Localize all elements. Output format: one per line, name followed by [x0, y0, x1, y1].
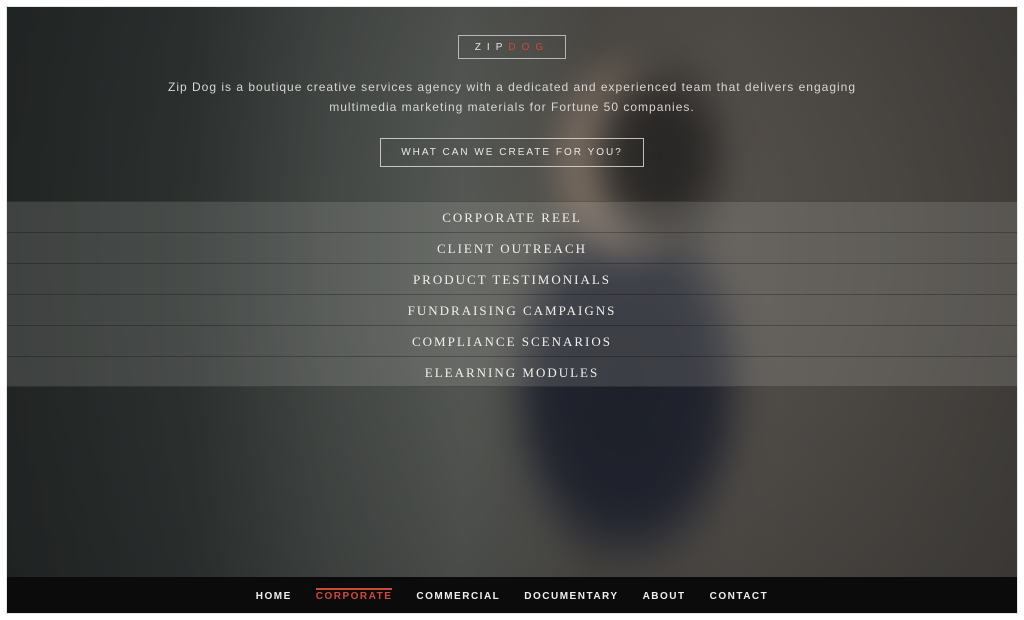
service-item-elearning-modules[interactable]: ELEARNING MODULES: [7, 356, 1017, 387]
service-item-client-outreach[interactable]: CLIENT OUTREACH: [7, 232, 1017, 263]
brand-part-2: DOG: [508, 42, 549, 53]
page-frame: ZIPDOG Zip Dog is a boutique creative se…: [6, 6, 1018, 614]
service-item-fundraising-campaigns[interactable]: FUNDRAISING CAMPAIGNS: [7, 294, 1017, 325]
brand-part-1: ZIP: [475, 42, 509, 53]
nav-commercial[interactable]: COMMERCIAL: [416, 588, 500, 602]
service-item-compliance-scenarios[interactable]: COMPLIANCE SCENARIOS: [7, 325, 1017, 356]
footer-nav: HOME CORPORATE COMMERCIAL DOCUMENTARY AB…: [7, 577, 1017, 613]
brand-logo[interactable]: ZIPDOG: [458, 35, 566, 59]
nav-about[interactable]: ABOUT: [643, 588, 686, 602]
cta-button[interactable]: WHAT CAN WE CREATE FOR YOU?: [380, 138, 644, 167]
service-item-product-testimonials[interactable]: PRODUCT TESTIMONIALS: [7, 263, 1017, 294]
nav-corporate[interactable]: CORPORATE: [316, 588, 393, 602]
hero-tagline: Zip Dog is a boutique creative services …: [132, 77, 892, 118]
service-item-corporate-reel[interactable]: CORPORATE REEL: [7, 201, 1017, 232]
nav-documentary[interactable]: DOCUMENTARY: [524, 588, 618, 602]
hero-section: ZIPDOG Zip Dog is a boutique creative se…: [7, 35, 1017, 167]
nav-home[interactable]: HOME: [256, 588, 292, 602]
services-list: CORPORATE REEL CLIENT OUTREACH PRODUCT T…: [7, 201, 1017, 387]
nav-contact[interactable]: CONTACT: [710, 588, 769, 602]
